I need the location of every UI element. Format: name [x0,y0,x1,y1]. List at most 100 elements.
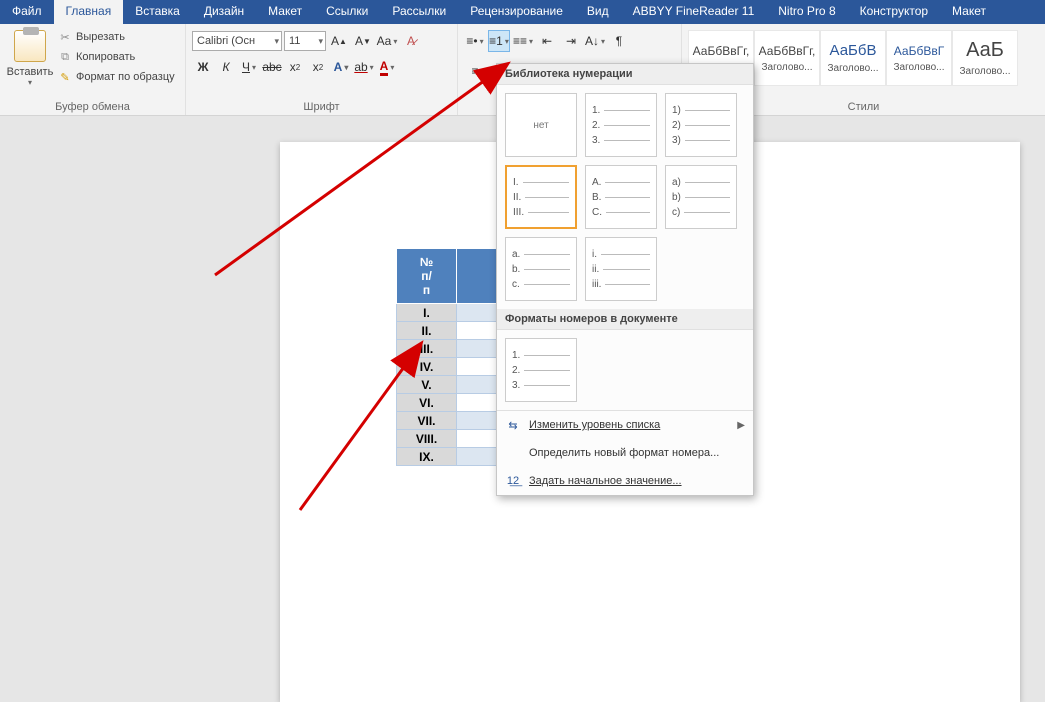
tab-mailings[interactable]: Рассылки [380,0,458,24]
numbering-item[interactable]: 1)2)3) [665,93,737,157]
style-name: Заголово... [894,62,945,73]
cell[interactable] [457,358,502,376]
numbering-item[interactable]: I.II.III. [505,165,577,229]
decrease-indent-button[interactable]: ⇤ [536,30,558,52]
increase-indent-button[interactable]: ⇥ [560,30,582,52]
style-preview: АаБбВвГ [894,44,944,58]
menu-define-new-label: Определить новый формат номера... [529,447,719,459]
row-number-cell[interactable]: V. [397,376,457,394]
numbering-doc-formats-header: Форматы номеров в документе [497,309,753,330]
row-number-cell[interactable]: VII. [397,412,457,430]
numbering-library-grid: нет1.2.3.1)2)3) I.II.III.A.B.C.a)b)c) a.b.… [497,85,753,309]
tab-insert[interactable]: Вставка [123,0,192,24]
sort-button[interactable]: A↓ [584,30,606,52]
cut-label: Вырезать [76,31,125,43]
numbering-item[interactable]: A.B.C. [585,165,657,229]
group-font-label: Шрифт [192,100,451,115]
menu-set-value-label: Задать начальное значение... [529,475,682,487]
style-preview: АаБбВвГг, [693,44,750,58]
menu-define-new-format[interactable]: Определить новый формат номера... [497,439,753,467]
tab-design[interactable]: Дизайн [192,0,256,24]
bullets-button[interactable]: ≡• [464,30,486,52]
font-color-button[interactable]: A [376,56,398,78]
text-effects-button[interactable]: A [330,56,352,78]
group-clipboard: Вставить ▾ ✂ Вырезать ⧉ Копировать ✎ Фор… [0,24,186,115]
cell[interactable] [457,448,502,466]
menu-set-start-value[interactable]: 1̲2̲ Задать начальное значение... [497,467,753,495]
tab-table-layout[interactable]: Макет [940,0,998,24]
font-size-combo[interactable]: 11 [284,31,326,51]
style-card-1[interactable]: АаБбВвГг,Заголово... [754,30,820,86]
row-number-cell[interactable]: VIII. [397,430,457,448]
cell[interactable] [457,376,502,394]
numbering-item[interactable]: a)b)c) [665,165,737,229]
cell[interactable] [457,412,502,430]
copy-icon: ⧉ [58,50,72,64]
scissors-icon: ✂ [58,30,72,44]
cell[interactable] [457,430,502,448]
subscript-button[interactable]: x2 [284,56,306,78]
copy-label: Копировать [76,51,135,63]
define-format-icon [505,445,521,461]
strike-button[interactable]: abc [261,56,283,78]
style-name: Заголово... [960,66,1011,77]
tab-table-design[interactable]: Конструктор [848,0,940,24]
style-preview: АаБбВ [830,42,877,59]
grow-font-button[interactable]: A▲ [328,30,350,52]
format-painter-button[interactable]: ✎ Формат по образцу [58,68,175,86]
doc-format-item[interactable]: 1.2.3. [505,338,577,402]
menu-change-level[interactable]: ⇆ Изменить уровень списка ▶ [497,411,753,439]
style-card-4[interactable]: АаБ Заголово... [952,30,1018,86]
numbering-item[interactable]: 1.2.3. [585,93,657,157]
superscript-button[interactable]: x2 [307,56,329,78]
tab-home[interactable]: Главная [54,0,124,24]
style-preview: АаБбВвГг, [759,44,816,58]
tab-file[interactable]: Файл [0,0,54,24]
cell[interactable] [457,394,502,412]
numbering-item[interactable]: a.b.c. [505,237,577,301]
row-number-cell[interactable]: I. [397,304,457,322]
numbering-item[interactable]: i.ii.iii. [585,237,657,301]
tab-view[interactable]: Вид [575,0,621,24]
paste-button[interactable]: Вставить ▾ [6,26,54,87]
cut-button[interactable]: ✂ Вырезать [58,28,175,46]
copy-button[interactable]: ⧉ Копировать [58,48,175,66]
clear-formatting-button[interactable]: A̷ [400,30,422,52]
numbering-item-none[interactable]: нет [505,93,577,157]
align-left-button[interactable]: ≡ [464,60,486,82]
row-number-cell[interactable]: II. [397,322,457,340]
show-marks-button[interactable]: ¶ [608,30,630,52]
numbering-doc-formats-grid: 1.2.3. [497,330,753,410]
cell[interactable] [457,304,502,322]
row-number-cell[interactable]: III. [397,340,457,358]
cell[interactable] [457,322,502,340]
tab-review[interactable]: Рецензирование [458,0,575,24]
table-header-num[interactable]: № п/п [397,249,457,304]
highlight-button[interactable]: ab [353,56,375,78]
change-case-button[interactable]: Aa [376,30,398,52]
font-name-combo[interactable]: Calibri (Осн [192,31,282,51]
row-number-cell[interactable]: VI. [397,394,457,412]
menu-change-level-label: Изменить уровень списка [529,419,660,431]
numbering-menu: ⇆ Изменить уровень списка ▶ Определить н… [497,410,753,495]
table-header-1[interactable] [457,249,502,304]
multilevel-button[interactable]: ≡≡ [512,30,534,52]
cell[interactable] [457,340,502,358]
tab-abbyy[interactable]: ABBYY FineReader 11 [621,0,767,24]
ribbon-tabs: Файл Главная Вставка Дизайн Макет Ссылки… [0,0,1045,24]
numbering-button[interactable]: ≡1 [488,30,510,52]
bold-button[interactable]: Ж [192,56,214,78]
row-number-cell[interactable]: IV. [397,358,457,376]
style-card-3[interactable]: АаБбВвГ Заголово... [886,30,952,86]
underline-button[interactable]: Ч [238,56,260,78]
shrink-font-button[interactable]: A▼ [352,30,374,52]
style-card-2[interactable]: АаБбВЗаголово... [820,30,886,86]
style-preview: АаБ [966,39,1004,62]
format-painter-label: Формат по образцу [76,71,175,83]
tab-nitro[interactable]: Nitro Pro 8 [766,0,847,24]
brush-icon: ✎ [58,70,72,84]
tab-references[interactable]: Ссылки [314,0,380,24]
italic-button[interactable]: К [215,56,237,78]
tab-layout[interactable]: Макет [256,0,314,24]
row-number-cell[interactable]: IX. [397,448,457,466]
